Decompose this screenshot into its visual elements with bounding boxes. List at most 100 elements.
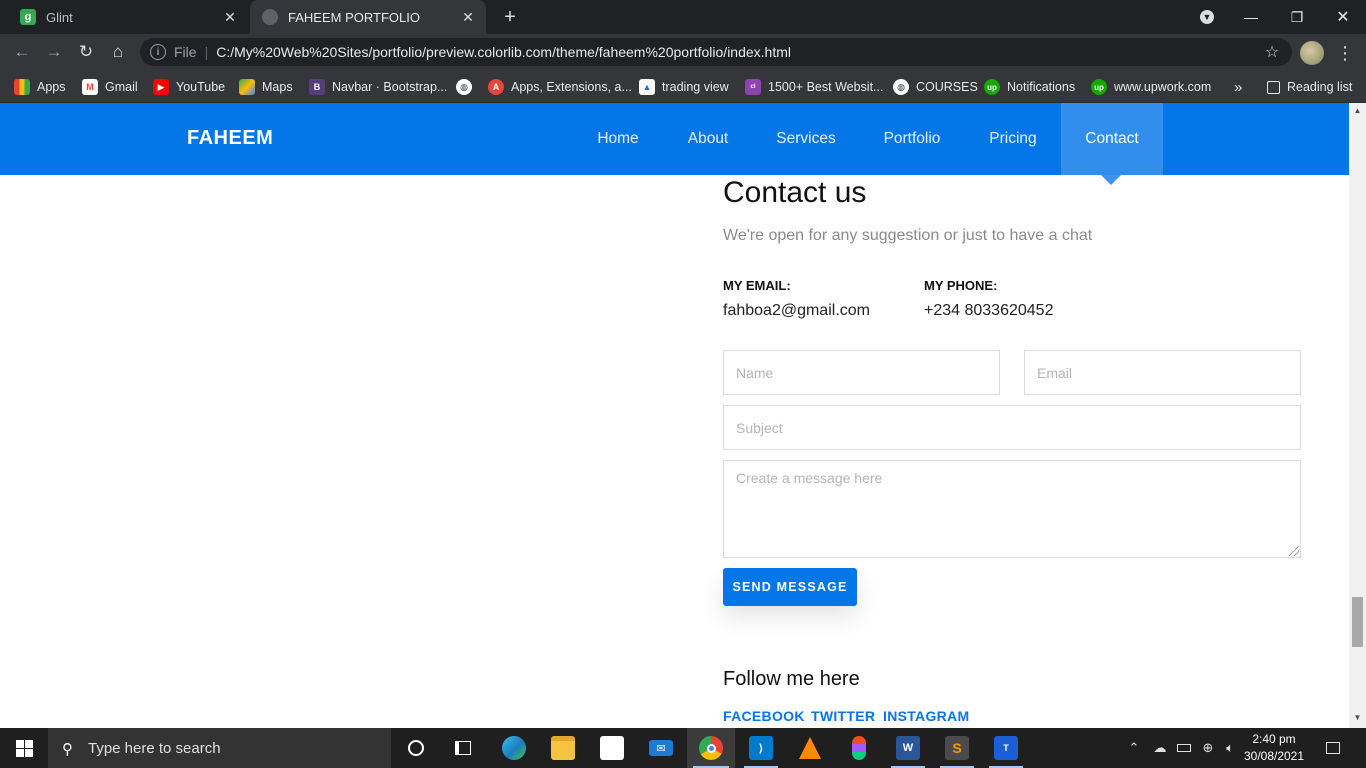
reading-list-label: Reading list bbox=[1287, 80, 1353, 94]
twitter-link[interactable]: TWITTER bbox=[811, 708, 875, 724]
bookmark-apps[interactable]: Apps bbox=[14, 76, 66, 98]
taskbar-search[interactable]: ⚲ Type here to search bbox=[48, 728, 391, 768]
site-navbar: FAHEEM Home About Services Portfolio Pri… bbox=[0, 103, 1349, 175]
facebook-link[interactable]: FACEBOOK bbox=[723, 708, 805, 724]
bookmark-courses[interactable]: ◍ COURSES bbox=[893, 76, 978, 98]
task-view-icon[interactable] bbox=[441, 728, 485, 768]
scroll-up-arrow[interactable]: ▲ bbox=[1353, 106, 1362, 115]
page-viewport: FAHEEM Home About Services Portfolio Pri… bbox=[0, 103, 1349, 728]
bookmark-gmail[interactable]: M Gmail bbox=[82, 76, 138, 98]
info-icon[interactable]: i bbox=[150, 44, 166, 60]
instagram-link[interactable]: INSTAGRAM bbox=[883, 708, 969, 724]
reading-list-icon bbox=[1267, 80, 1280, 94]
nav-services[interactable]: Services bbox=[760, 103, 852, 175]
bookmark-upwork[interactable]: up www.upwork.com bbox=[1091, 76, 1211, 98]
vlc-icon[interactable] bbox=[787, 728, 833, 768]
file-explorer-icon[interactable] bbox=[540, 728, 586, 768]
reading-list-button[interactable]: Reading list bbox=[1267, 76, 1352, 98]
colorlib-icon: cl bbox=[745, 79, 761, 95]
restore-button[interactable]: ❐ bbox=[1274, 0, 1320, 34]
onedrive-icon[interactable]: ☁ bbox=[1150, 728, 1170, 768]
clock-date: 30/08/2021 bbox=[1243, 749, 1305, 763]
network-globe-icon[interactable]: ⊕ bbox=[1198, 728, 1218, 768]
notification-icon[interactable] bbox=[1322, 728, 1344, 768]
chevron-up-icon[interactable]: ⌃ bbox=[1126, 728, 1142, 768]
bookmark-apps-extensions[interactable]: A Apps, Extensions, a... bbox=[488, 76, 632, 98]
browser-menu-icon[interactable]: ⋮ bbox=[1336, 42, 1354, 64]
start-button[interactable] bbox=[0, 728, 48, 768]
home-icon[interactable]: ⌂ bbox=[106, 40, 130, 64]
message-field[interactable] bbox=[723, 460, 1301, 558]
nav-home[interactable]: Home bbox=[578, 103, 658, 175]
bookmarks-overflow-chevron[interactable]: » bbox=[1234, 76, 1242, 98]
active-nav-caret bbox=[1101, 175, 1121, 185]
email-field[interactable] bbox=[1024, 350, 1301, 395]
forward-icon[interactable]: → bbox=[42, 40, 66, 64]
address-bar[interactable]: i File | C:/My%20Web%20Sites/portfolio/p… bbox=[140, 38, 1292, 66]
url-text[interactable]: C:/My%20Web%20Sites/portfolio/preview.co… bbox=[216, 44, 1260, 60]
bookmark-colorlib[interactable]: cl 1500+ Best Websit... bbox=[745, 76, 883, 98]
bookmark-notifications[interactable]: up Notifications bbox=[984, 76, 1075, 98]
word-icon[interactable]: W bbox=[885, 728, 931, 768]
phone-value: +234 8033620452 bbox=[924, 302, 1054, 319]
sublime-icon[interactable]: S bbox=[934, 728, 980, 768]
globe-icon: ◍ bbox=[456, 79, 472, 95]
close-window-button[interactable]: ✕ bbox=[1320, 0, 1366, 34]
chrome-icon[interactable] bbox=[687, 728, 735, 768]
minimize-button[interactable]: — bbox=[1228, 0, 1274, 34]
system-clock[interactable]: 2:40 pm 30/08/2021 bbox=[1236, 731, 1312, 765]
textarea-resize-handle[interactable] bbox=[1289, 546, 1299, 556]
browser-tab-strip: g Glint ✕ FAHEEM PORTFOLIO ✕ + ▼ — ❐ ✕ bbox=[0, 0, 1366, 34]
tradingview-icon: ▲ bbox=[639, 79, 655, 95]
scroll-down-arrow[interactable]: ▼ bbox=[1353, 713, 1362, 722]
subject-field[interactable] bbox=[723, 405, 1301, 450]
bookmark-star-icon[interactable]: ☆ bbox=[1260, 42, 1284, 62]
typora-icon[interactable]: T bbox=[983, 728, 1029, 768]
bookmark-globe[interactable]: ◍ bbox=[456, 76, 479, 98]
contact-subtitle: We're open for any suggestion or just to… bbox=[723, 227, 1093, 244]
contact-heading: Contact us bbox=[723, 176, 867, 209]
figma-icon[interactable] bbox=[836, 728, 882, 768]
bookmark-navbar-bootstrap[interactable]: B Navbar · Bootstrap... bbox=[309, 76, 447, 98]
reload-icon[interactable]: ↻ bbox=[74, 40, 98, 64]
nav-about[interactable]: About bbox=[668, 103, 748, 175]
tab-search-icon[interactable]: ▼ bbox=[1196, 0, 1218, 34]
send-message-button[interactable]: SEND MESSAGE bbox=[723, 568, 857, 606]
bookmark-trading-view[interactable]: ▲ trading view bbox=[639, 76, 729, 98]
gmail-icon: M bbox=[82, 79, 98, 95]
browser-toolbar: ← → ↻ ⌂ i File | C:/My%20Web%20Sites/por… bbox=[0, 34, 1366, 70]
close-icon[interactable]: ✕ bbox=[220, 7, 240, 27]
glint-icon: g bbox=[20, 9, 36, 25]
bookmark-maps[interactable]: Maps bbox=[239, 76, 293, 98]
bookmark-label: trading view bbox=[662, 80, 729, 94]
page-scrollbar[interactable]: ▲ ▼ bbox=[1349, 103, 1366, 728]
battery-icon[interactable] bbox=[1174, 728, 1194, 768]
store-icon[interactable] bbox=[589, 728, 635, 768]
search-icon: ⚲ bbox=[62, 741, 73, 758]
nav-pricing[interactable]: Pricing bbox=[972, 103, 1054, 175]
site-logo[interactable]: FAHEEM bbox=[187, 127, 273, 150]
back-icon[interactable]: ← bbox=[10, 40, 34, 64]
tab-glint[interactable]: g Glint ✕ bbox=[8, 0, 248, 34]
bookmark-youtube[interactable]: ▶ YouTube bbox=[153, 76, 225, 98]
phone-label: MY PHONE: bbox=[924, 278, 998, 293]
vscode-icon[interactable]: ⟩ bbox=[738, 728, 784, 768]
bootstrap-icon: B bbox=[309, 79, 325, 95]
profile-avatar[interactable] bbox=[1300, 41, 1324, 65]
bookmark-label: Apps bbox=[37, 80, 66, 94]
scrollbar-thumb[interactable] bbox=[1352, 597, 1363, 647]
cortana-icon[interactable] bbox=[394, 728, 438, 768]
name-field[interactable] bbox=[723, 350, 1000, 395]
new-tab-button[interactable]: + bbox=[498, 5, 522, 29]
apps-grid-icon bbox=[14, 79, 30, 95]
close-icon[interactable]: ✕ bbox=[458, 7, 478, 27]
nav-portfolio[interactable]: Portfolio bbox=[866, 103, 958, 175]
nav-contact[interactable]: Contact bbox=[1061, 103, 1163, 175]
edge-icon[interactable] bbox=[491, 728, 537, 768]
email-value: fahboa2@gmail.com bbox=[723, 302, 870, 319]
mail-icon[interactable]: ✉ bbox=[638, 728, 684, 768]
upwork-icon: up bbox=[984, 79, 1000, 95]
youtube-icon: ▶ bbox=[153, 79, 169, 95]
tab-faheem-portfolio[interactable]: FAHEEM PORTFOLIO ✕ bbox=[250, 0, 486, 34]
clock-time: 2:40 pm bbox=[1252, 732, 1296, 746]
